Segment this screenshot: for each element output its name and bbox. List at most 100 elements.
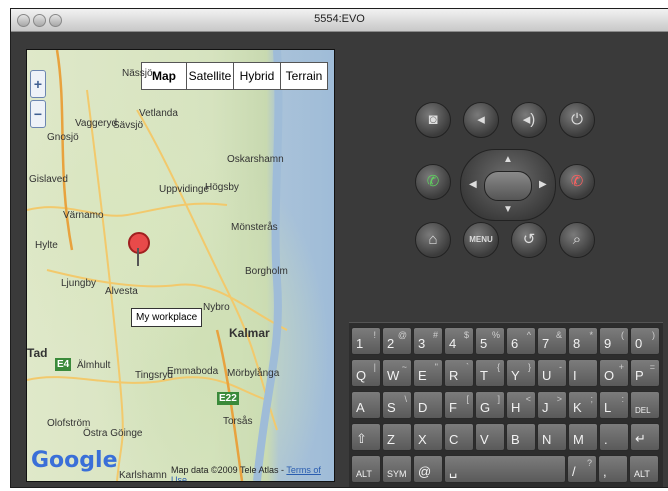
key-row4-9[interactable]: ↵ bbox=[630, 423, 660, 451]
key-sublabel: | bbox=[373, 362, 376, 372]
key-row2-5[interactable]: Y} bbox=[506, 359, 536, 387]
map-roads bbox=[27, 50, 288, 481]
call-icon: ✆ bbox=[426, 173, 440, 190]
key-row3-7[interactable]: K; bbox=[568, 391, 598, 419]
key-row3-6[interactable]: J > bbox=[537, 391, 567, 419]
camera-button[interactable]: ◙ bbox=[415, 102, 451, 138]
key-label: Q bbox=[356, 368, 367, 383]
map-type-satellite[interactable]: Satellite bbox=[186, 62, 234, 90]
dpad-left-icon[interactable]: ◀ bbox=[469, 179, 477, 190]
key-row2-2[interactable]: E " bbox=[413, 359, 443, 387]
at-key[interactable]: @ bbox=[413, 455, 443, 483]
map-type-terrain[interactable]: Terrain bbox=[280, 62, 328, 90]
menu-button[interactable]: MENU bbox=[463, 222, 499, 258]
key-label: ↵ bbox=[635, 431, 646, 446]
key-row4-7[interactable]: M bbox=[568, 423, 598, 451]
key-row1-1[interactable]: 2 @ bbox=[382, 327, 412, 355]
key-label: 4 bbox=[449, 336, 457, 351]
key-row4-3[interactable]: C bbox=[444, 423, 474, 451]
key-label: 8 bbox=[573, 336, 581, 351]
key-label: P bbox=[635, 368, 644, 383]
slash-key[interactable]: /? bbox=[567, 455, 597, 483]
search-button[interactable]: ⌕ bbox=[559, 222, 595, 258]
key-row3-5[interactable]: H < bbox=[506, 391, 536, 419]
key-label: W bbox=[387, 368, 400, 383]
key-row2-9[interactable]: P = bbox=[630, 359, 660, 387]
key-row3-3[interactable]: F[ bbox=[444, 391, 474, 419]
key-row3-1[interactable]: S \ bbox=[382, 391, 412, 419]
key-row1-4[interactable]: 5% bbox=[475, 327, 505, 355]
key-row3-2[interactable]: D bbox=[413, 391, 443, 419]
alt-key-right[interactable]: ALT bbox=[629, 455, 659, 483]
key-row1-5[interactable]: 6 ^ bbox=[506, 327, 536, 355]
key-row2-0[interactable]: Q | bbox=[351, 359, 381, 387]
zoom-out-button[interactable]: − bbox=[30, 100, 46, 128]
key-row4-8[interactable]: . bbox=[599, 423, 629, 451]
key-label: I bbox=[573, 368, 577, 383]
key-row2-1[interactable]: W ~ bbox=[382, 359, 412, 387]
key-label: ␣ bbox=[449, 463, 458, 478]
space-key[interactable]: ␣ bbox=[444, 455, 566, 483]
back-button[interactable]: ↺ bbox=[511, 222, 547, 258]
key-row4-2[interactable]: X bbox=[413, 423, 443, 451]
back-icon: ↺ bbox=[522, 231, 536, 248]
volume-up-button[interactable]: ◂) bbox=[511, 102, 547, 138]
key-row1-2[interactable]: 3 # bbox=[413, 327, 443, 355]
dpad-down-icon[interactable]: ▼ bbox=[503, 204, 513, 215]
key-row4-1[interactable]: Z bbox=[382, 423, 412, 451]
end-call-button[interactable]: ✆ bbox=[559, 164, 595, 200]
zoom-in-button[interactable]: + bbox=[30, 70, 46, 98]
key-label: E bbox=[418, 368, 427, 383]
key-row2-6[interactable]: U- bbox=[537, 359, 567, 387]
comma-key[interactable]: , bbox=[598, 455, 628, 483]
key-row2-7[interactable]: I bbox=[568, 359, 598, 387]
device-screen[interactable]: + − Map Satellite Hybrid Terrain Nässjö … bbox=[26, 49, 335, 482]
place-label: Mönsterås bbox=[231, 222, 278, 233]
key-row2-4[interactable]: T{ bbox=[475, 359, 505, 387]
power-button[interactable]: ⏻ bbox=[559, 102, 595, 138]
key-row3-9[interactable]: DEL bbox=[630, 391, 660, 419]
key-row4-4[interactable]: V bbox=[475, 423, 505, 451]
sym-key[interactable]: SYM bbox=[382, 455, 412, 483]
key-sublabel: # bbox=[432, 330, 438, 340]
key-sublabel: > bbox=[556, 394, 562, 404]
key-label: T bbox=[480, 368, 488, 383]
key-row3-4[interactable]: G] bbox=[475, 391, 505, 419]
alt-key-left[interactable]: ALT bbox=[351, 455, 381, 483]
search-icon: ⌕ bbox=[572, 231, 582, 248]
key-row1-6[interactable]: 7 & bbox=[537, 327, 567, 355]
map-marker[interactable] bbox=[128, 232, 150, 254]
key-row1-9[interactable]: 0) bbox=[630, 327, 660, 355]
key-row1-8[interactable]: 9( bbox=[599, 327, 629, 355]
place-label: Emmaboda bbox=[167, 366, 219, 377]
call-button[interactable]: ✆ bbox=[415, 164, 451, 200]
dpad-right-icon[interactable]: ▶ bbox=[539, 179, 547, 190]
dpad-center-button[interactable] bbox=[484, 171, 532, 201]
dpad-up-icon[interactable]: ▲ bbox=[503, 154, 513, 165]
road-shield: E4 bbox=[55, 358, 72, 371]
key-label: / bbox=[572, 464, 576, 479]
key-row4-5[interactable]: B bbox=[506, 423, 536, 451]
home-button[interactable]: ⌂ bbox=[415, 222, 451, 258]
map-view[interactable]: + − Map Satellite Hybrid Terrain Nässjö … bbox=[27, 50, 334, 481]
key-row2-3[interactable]: R ` bbox=[444, 359, 474, 387]
place-label: Karlshamn bbox=[119, 470, 167, 481]
key-label: F bbox=[449, 400, 457, 415]
key-row1-0[interactable]: 1! bbox=[351, 327, 381, 355]
map-type-hybrid[interactable]: Hybrid bbox=[233, 62, 281, 90]
marker-info-bubble[interactable]: My workplace bbox=[131, 308, 203, 327]
volume-down-button[interactable]: ◂ bbox=[463, 102, 499, 138]
key-label: ALT bbox=[356, 469, 372, 479]
key-row4-6[interactable]: N bbox=[537, 423, 567, 451]
key-row3-0[interactable]: A bbox=[351, 391, 381, 419]
end-call-icon: ✆ bbox=[570, 173, 584, 190]
key-row4-0[interactable]: ⇧ bbox=[351, 423, 381, 451]
key-row1-7[interactable]: 8 * bbox=[568, 327, 598, 355]
key-sublabel: ; bbox=[590, 394, 593, 404]
dpad[interactable]: ▲ ▼ ◀ ▶ bbox=[460, 149, 556, 221]
key-label: L bbox=[604, 400, 612, 415]
key-row3-8[interactable]: L: bbox=[599, 391, 629, 419]
key-row1-3[interactable]: 4 $ bbox=[444, 327, 474, 355]
key-row2-8[interactable]: O + bbox=[599, 359, 629, 387]
key-label: X bbox=[418, 432, 427, 447]
